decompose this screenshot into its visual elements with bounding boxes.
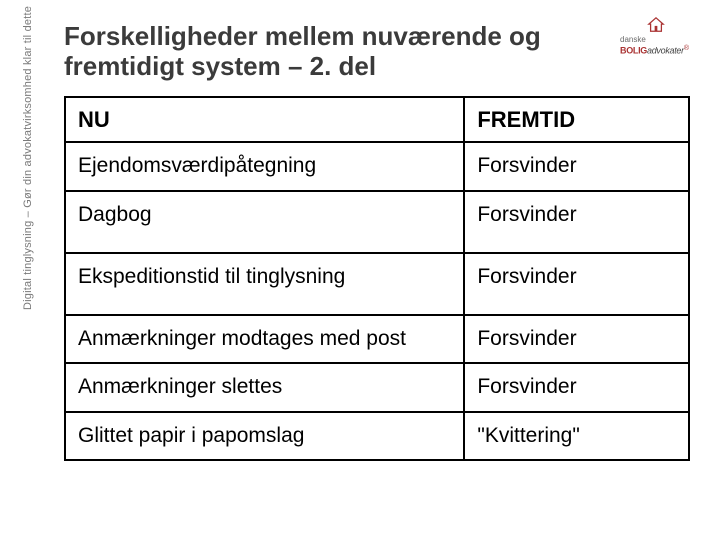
cell-fremtid: Forsvinder [464, 363, 689, 411]
cell-nu: Anmærkninger modtages med post [65, 315, 464, 363]
table-row: Anmærkninger modtages med post Forsvinde… [65, 315, 689, 363]
house-icon [647, 16, 665, 34]
slide: Digital tinglysning – Gør din advokatvir… [0, 0, 720, 540]
table-row: Glittet papir i papomslag "Kvittering" [65, 412, 689, 460]
cell-fremtid: Forsvinder [464, 315, 689, 363]
cell-fremtid: Forsvinder [464, 142, 689, 190]
logo-line1: danske [620, 35, 646, 44]
cell-nu: Anmærkninger slettes [65, 363, 464, 411]
table-row: Anmærkninger slettes Forsvinder [65, 363, 689, 411]
cell-fremtid: Forsvinder [464, 253, 689, 315]
cell-nu: Ejendomsværdipåtegning [65, 142, 464, 190]
table-row: Ekspeditionstid til tinglysning Forsvind… [65, 253, 689, 315]
registered-icon: ® [684, 45, 689, 52]
comparison-table: NU FREMTID Ejendomsværdipåtegning Forsvi… [64, 96, 690, 461]
col-header-fremtid: FREMTID [464, 97, 689, 143]
table-header-row: NU FREMTID [65, 97, 689, 143]
cell-nu: Dagbog [65, 191, 464, 253]
cell-fremtid: Forsvinder [464, 191, 689, 253]
col-header-nu: NU [65, 97, 464, 143]
cell-nu: Glittet papir i papomslag [65, 412, 464, 460]
page-title: Forskelligheder mellem nuværende og frem… [64, 22, 690, 82]
brand-logo: danske BOLIGadvokater® [620, 16, 692, 54]
table-row: Dagbog Forsvinder [65, 191, 689, 253]
cell-fremtid: "Kvittering" [464, 412, 689, 460]
table-row: Ejendomsværdipåtegning Forsvinder [65, 142, 689, 190]
cell-nu: Ekspeditionstid til tinglysning [65, 253, 464, 315]
sidebar-caption: Digital tinglysning – Gør din advokatvir… [22, 6, 34, 310]
logo-line2-strong: BOLIG [620, 46, 647, 56]
logo-line2-em: advokater [647, 46, 684, 56]
